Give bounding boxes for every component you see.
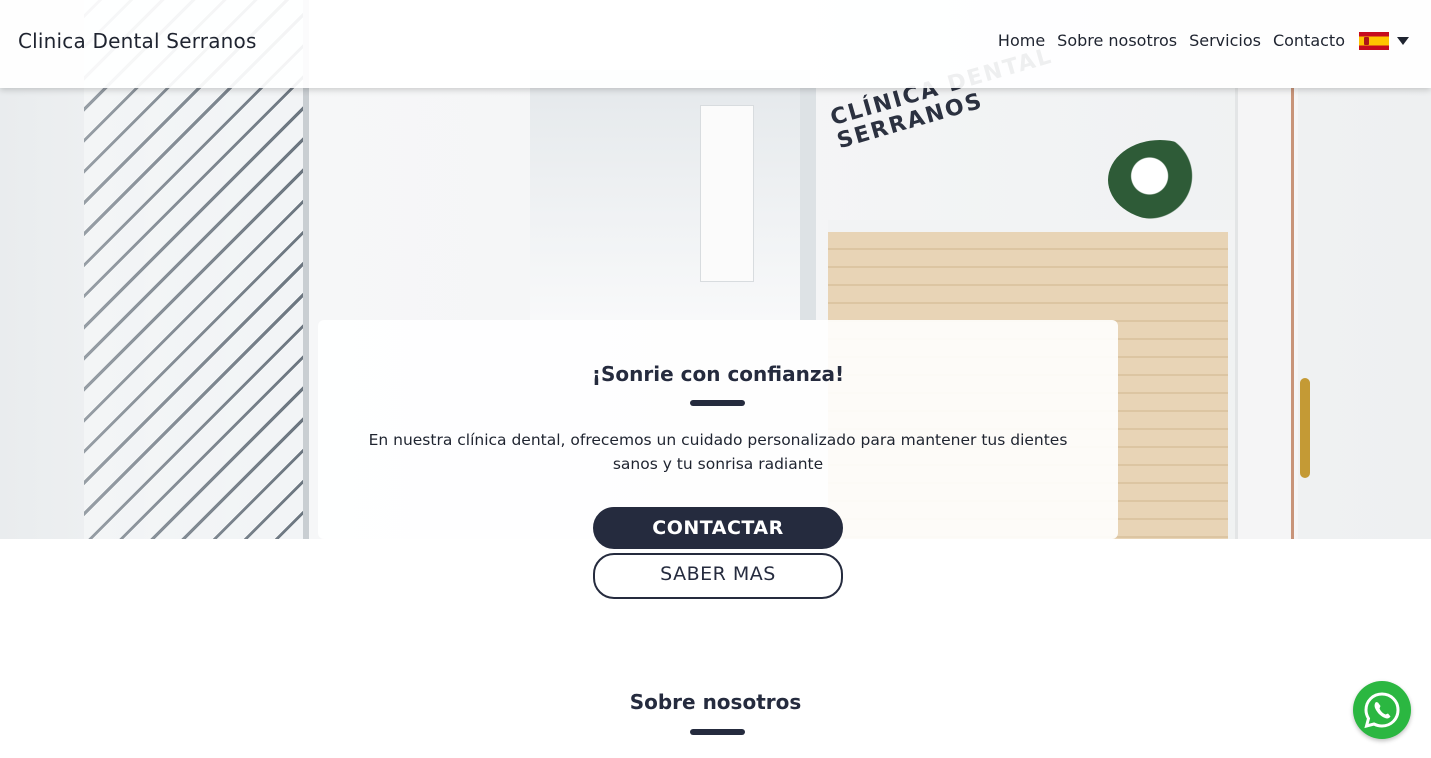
nav-home[interactable]: Home	[998, 31, 1045, 50]
plant-image	[1108, 140, 1212, 220]
learn-more-button[interactable]: SABER MAS	[593, 553, 843, 599]
contact-button[interactable]: CONTACTAR	[593, 507, 843, 549]
hero-title: ¡Sonrie con confianza!	[591, 362, 845, 386]
entrance-door	[1235, 88, 1298, 539]
door-handle	[1300, 378, 1310, 478]
door-frame	[800, 88, 816, 320]
title-underline	[690, 400, 745, 406]
nav-servicios[interactable]: Servicios	[1189, 31, 1261, 50]
nav-contacto[interactable]: Contacto	[1273, 31, 1345, 50]
whatsapp-icon[interactable]	[1353, 681, 1411, 739]
nav-sobre-nosotros[interactable]: Sobre nosotros	[1057, 31, 1177, 50]
main-nav: Home Sobre nosotros Servicios Contacto	[986, 31, 1409, 50]
door-image	[700, 105, 754, 282]
hero-description: En nuestra clínica dental, ofrecemos un …	[368, 431, 1068, 473]
door-edge	[1291, 88, 1294, 539]
corridor-image	[530, 70, 810, 320]
section-underline	[690, 729, 745, 735]
section-title: Sobre nosotros	[629, 690, 802, 714]
site-header: Clinica Dental Serranos Home Sobre nosot…	[0, 0, 1431, 88]
caret-down-icon[interactable]	[1397, 36, 1409, 45]
spain-flag-icon[interactable]	[1359, 31, 1389, 50]
brand-link[interactable]: Clinica Dental Serranos	[18, 29, 257, 53]
